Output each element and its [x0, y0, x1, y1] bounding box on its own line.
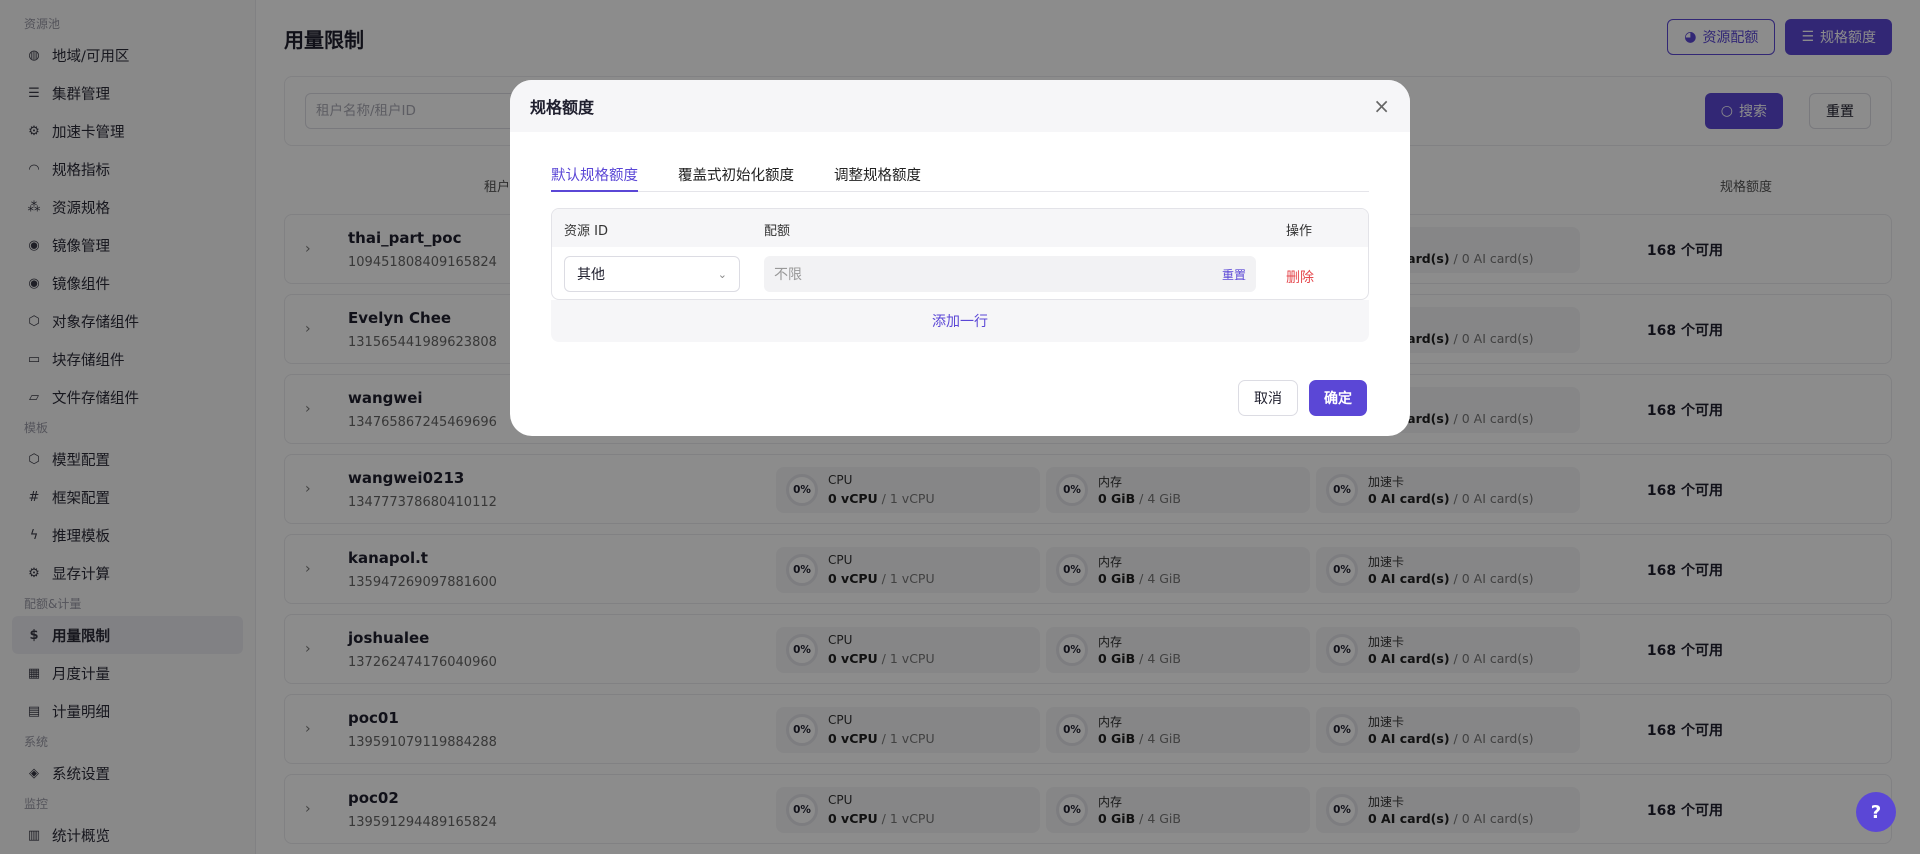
dialog-header: 规格额度 ×: [510, 80, 1410, 132]
question-icon: ?: [1870, 801, 1882, 823]
column-quota: 配额: [764, 224, 791, 239]
quota-table: 资源 ID 配额 操作 其他 ⌄ 不限 重置 删除: [551, 208, 1369, 300]
confirm-button[interactable]: 确定: [1309, 380, 1367, 416]
column-resource-id: 资源 ID: [564, 224, 608, 239]
quota-input[interactable]: 不限 重置: [764, 256, 1256, 292]
dialog-title: 规格额度: [530, 98, 595, 117]
tab-override-init-quota[interactable]: 覆盖式初始化额度: [678, 162, 794, 192]
quota-reset-link[interactable]: 重置: [1222, 266, 1246, 283]
close-icon[interactable]: ×: [1373, 94, 1390, 118]
tab-default-quota[interactable]: 默认规格额度: [551, 162, 638, 192]
help-button[interactable]: ?: [1856, 792, 1896, 832]
quota-table-header: 资源 ID 配额 操作: [552, 209, 1368, 247]
chevron-down-icon: ⌄: [717, 267, 727, 281]
quota-row: 其他 ⌄ 不限 重置 删除: [552, 247, 1368, 299]
delete-row-button[interactable]: 删除: [1286, 267, 1314, 287]
resource-select-value: 其他: [577, 267, 605, 283]
quota-input-placeholder: 不限: [774, 267, 802, 283]
cancel-button[interactable]: 取消: [1238, 380, 1298, 416]
spec-quota-dialog: 规格额度 × 默认规格额度 覆盖式初始化额度 调整规格额度 资源 ID 配额 操…: [510, 80, 1410, 436]
resource-select[interactable]: 其他 ⌄: [564, 256, 740, 292]
dialog-tabs: 默认规格额度 覆盖式初始化额度 调整规格额度: [551, 162, 1369, 192]
column-action: 操作: [1286, 224, 1313, 239]
add-row-button[interactable]: 添加一行: [551, 300, 1369, 342]
tab-adjust-quota[interactable]: 调整规格额度: [834, 162, 921, 192]
